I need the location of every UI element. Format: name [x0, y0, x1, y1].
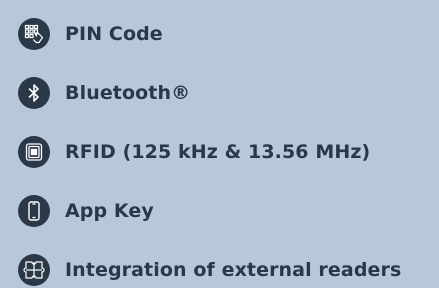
feature-label: Integration of external readers — [65, 259, 402, 281]
feature-item-bluetooth: Bluetooth® — [18, 75, 438, 111]
feature-label: PIN Code — [65, 23, 163, 45]
feature-item-external-readers: Integration of external readers — [18, 252, 438, 288]
feature-label: RFID (125 kHz & 13.56 MHz) — [65, 141, 371, 163]
keypad-hand-icon — [18, 18, 50, 50]
feature-item-rfid: RFID (125 kHz & 13.56 MHz) — [18, 134, 438, 170]
feature-label: Bluetooth® — [65, 82, 191, 104]
bluetooth-icon — [18, 77, 50, 109]
feature-item-pin-code: PIN Code — [18, 16, 438, 52]
feature-list: PIN Code Bluetooth® RFID (125 kHz & 13.5… — [18, 16, 438, 288]
rfid-chip-card-icon — [18, 136, 50, 168]
feature-label: App Key — [65, 200, 154, 222]
puzzle-icon — [18, 254, 50, 286]
smartphone-icon — [18, 195, 50, 227]
feature-item-app-key: App Key — [18, 193, 438, 229]
